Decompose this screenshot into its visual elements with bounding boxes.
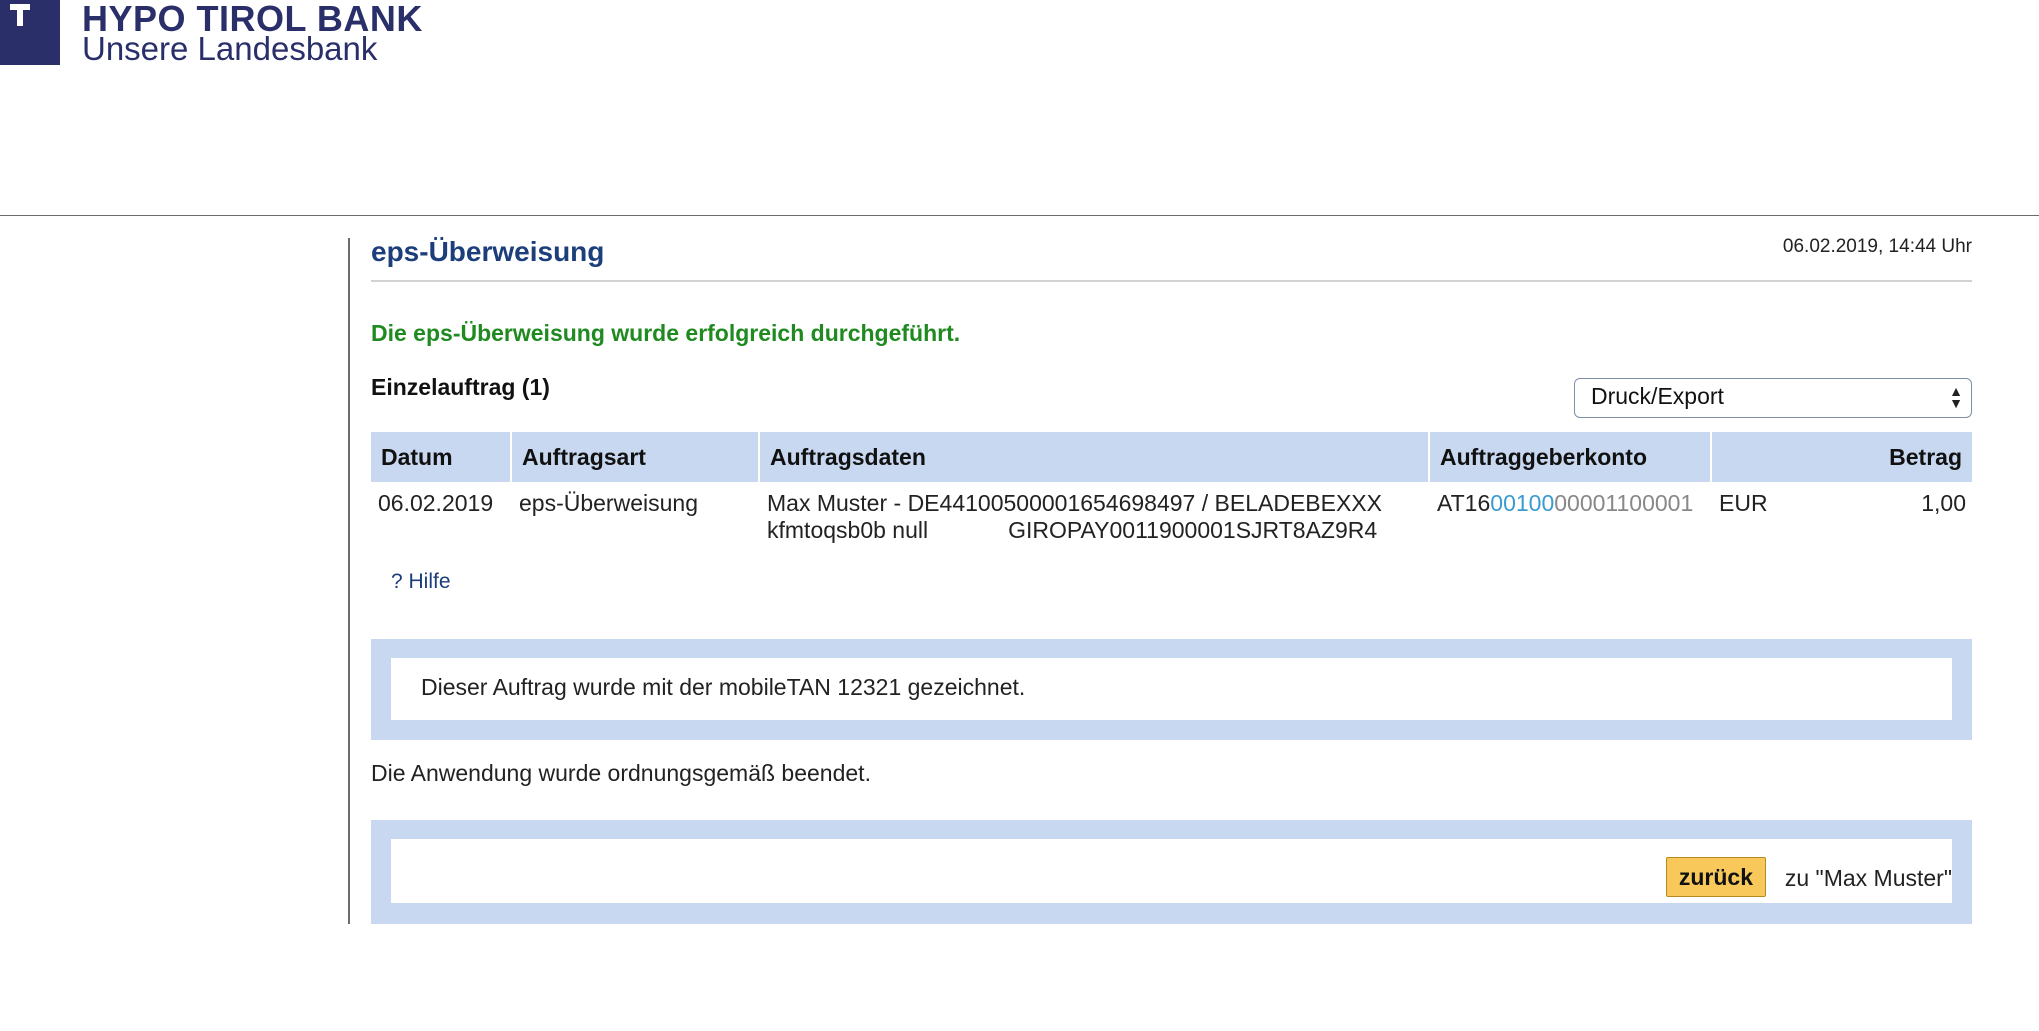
row-amount: 1,00 [1921, 490, 1966, 516]
column-header-details: Auftragsdaten [760, 432, 1430, 482]
column-header-type: Auftragsart [512, 432, 760, 482]
title-row: eps-Überweisung 06.02.2019, 14:44 Uhr [371, 232, 1972, 282]
row-amount-cell: EUR 1,00 [1712, 482, 1972, 544]
signature-panel: Dieser Auftrag wurde mit der mobileTAN 1… [371, 639, 1972, 740]
signature-panel-inner: Dieser Auftrag wurde mit der mobileTAN 1… [391, 658, 1952, 720]
page: HYPO TIROL BANK Unsere Landesbank eps-Üb… [0, 0, 2039, 1031]
bank-logo [0, 0, 60, 65]
column-header-date: Datum [371, 432, 512, 482]
column-header-amount: Betrag [1712, 432, 1972, 482]
table-header-row: Datum Auftragsart Auftragsdaten Auftragg… [371, 432, 1972, 482]
column-header-account: Auftraggeberkonto [1430, 432, 1712, 482]
row-details: Max Muster - DE44100500001654698497 / BE… [760, 482, 1430, 544]
row-details-line1: Max Muster - DE44100500001654698497 / BE… [767, 490, 1382, 516]
print-export-select-value: Druck/Export [1591, 383, 1724, 409]
account-prefix: AT16 [1437, 490, 1491, 516]
row-details-transaction-id: GIROPAY0011900001SJRT8AZ9R4 [1008, 517, 1378, 543]
content-left-divider [348, 238, 350, 924]
help-link[interactable]: ? Hilfe [391, 570, 451, 594]
orders-table: Datum Auftragsart Auftragsdaten Auftragg… [371, 432, 1972, 544]
print-export-select[interactable]: Druck/Export ▲ ▼ [1574, 378, 1972, 418]
signature-text: Dieser Auftrag wurde mit der mobileTAN 1… [421, 674, 1026, 700]
account-bank-code: 00100 [1490, 490, 1555, 516]
navigation-panel: zurück zu "Max Muster" [371, 820, 1972, 924]
timestamp: 06.02.2019, 14:44 Uhr [1782, 236, 1972, 257]
finished-message: Die Anwendung wurde ordnungsgemäß beende… [371, 760, 871, 786]
navigation-panel-inner: zurück zu "Max Muster" [391, 839, 1952, 903]
row-details-reference: kfmtoqsb0b null [767, 517, 929, 543]
row-account: AT160010000001100001 [1430, 482, 1712, 544]
row-type: eps-Überweisung [519, 490, 698, 516]
row-details-line2: kfmtoqsb0b null GIROPAY0011900001SJRT8AZ9… [767, 517, 1423, 544]
back-target-label: zu "Max Muster" [1784, 865, 1952, 891]
account-number: 00001100001 [1554, 490, 1694, 516]
row-date: 06.02.2019 [378, 490, 494, 516]
main-content: eps-Überweisung 06.02.2019, 14:44 Uhr Di… [371, 232, 1972, 924]
row-currency: EUR [1719, 490, 1768, 516]
bank-tagline: Unsere Landesbank [82, 30, 378, 67]
back-button[interactable]: zurück [1665, 857, 1766, 897]
success-message: Die eps-Überweisung wurde erfolgreich du… [371, 320, 961, 346]
header-divider [0, 215, 2039, 216]
select-arrows-icon: ▲ ▼ [1949, 383, 1963, 411]
table-row: 06.02.2019 eps-Überweisung Max Muster - … [371, 482, 1972, 544]
section-title: Einzelauftrag (1) [371, 374, 550, 400]
page-title: eps-Überweisung [371, 236, 605, 267]
